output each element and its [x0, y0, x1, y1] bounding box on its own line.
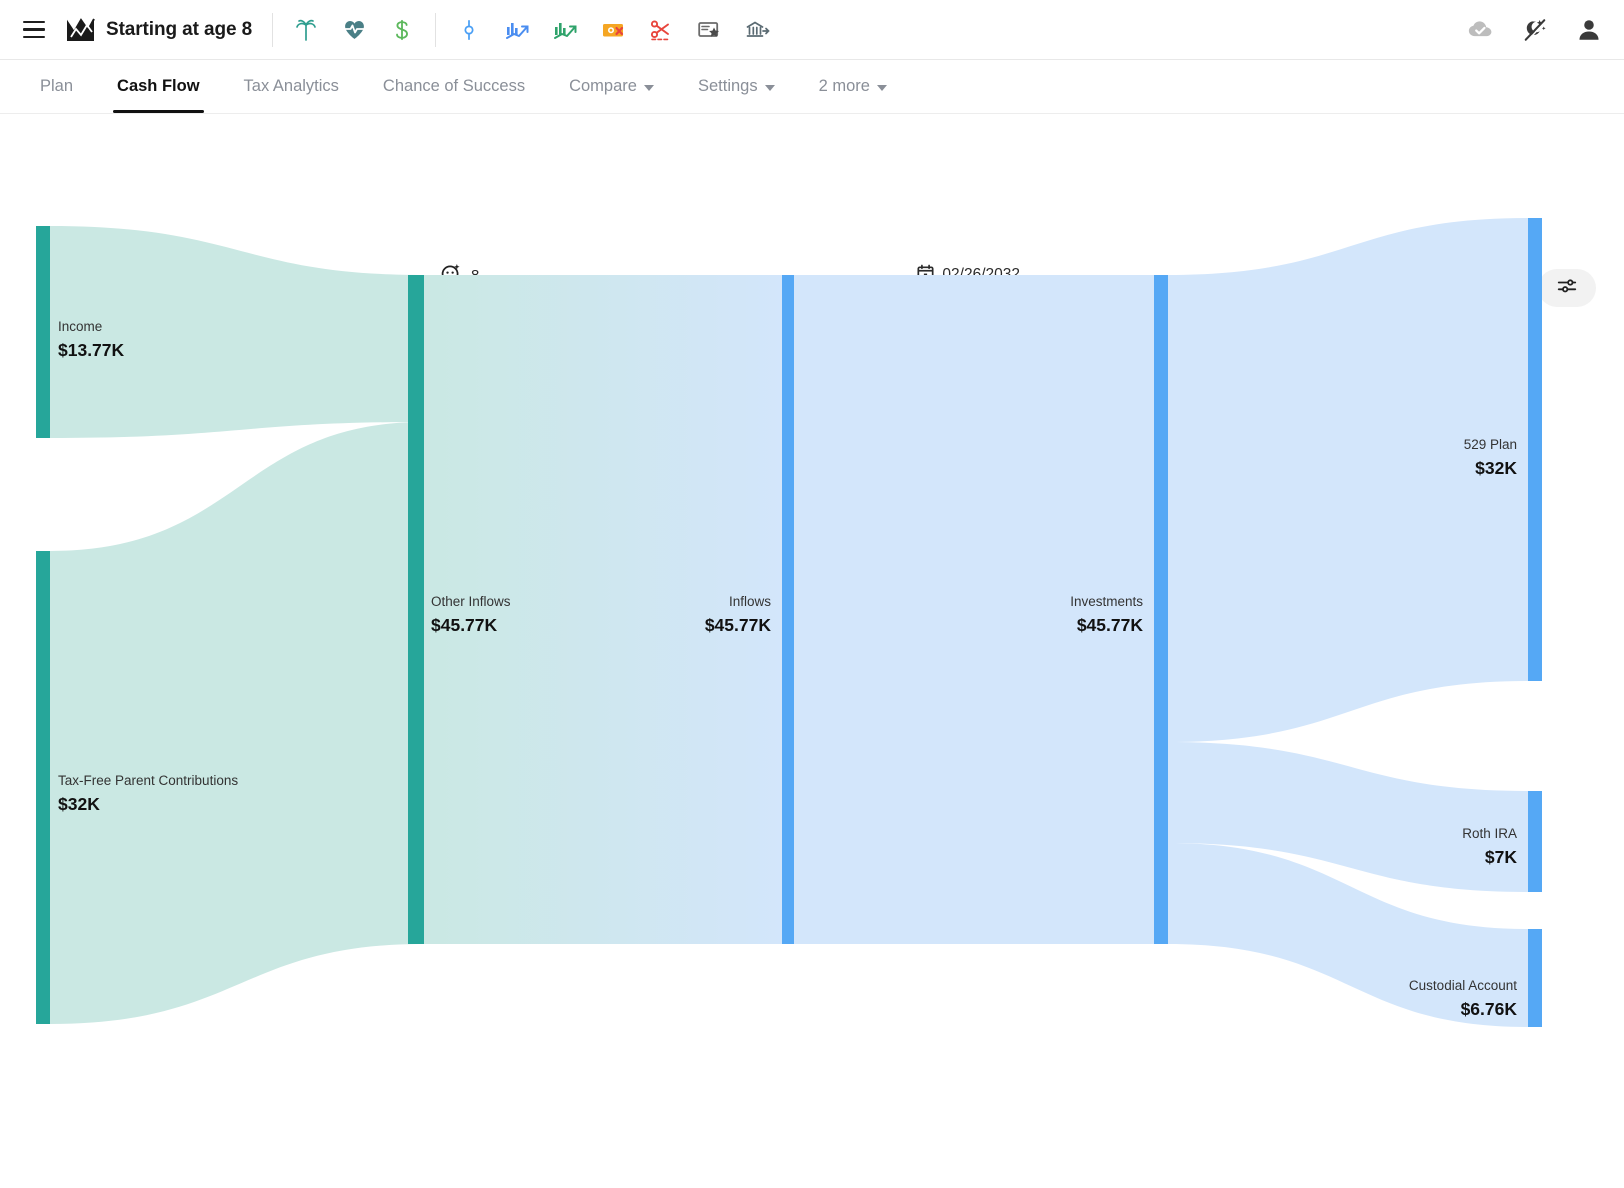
palm-tree-icon[interactable]	[293, 17, 319, 43]
divider	[435, 13, 436, 47]
bar-chart-up-green-icon[interactable]	[552, 17, 578, 43]
user-avatar-icon[interactable]	[1576, 17, 1602, 43]
tab-label: 2 more	[819, 77, 870, 96]
node-value-investments: $45.77K	[1077, 615, 1144, 635]
node-label-other-inflows: Other Inflows	[431, 594, 511, 609]
node-label-roth-ira: Roth IRA	[1462, 826, 1517, 841]
node-investments[interactable]	[1154, 275, 1168, 944]
tab-label: Tax Analytics	[244, 77, 339, 96]
node-value-roth-ira: $7K	[1485, 847, 1517, 867]
cash-remove-icon[interactable]	[600, 17, 626, 43]
sankey-svg: Income $13.77K Tax-Free Parent Contribut…	[0, 206, 1624, 1106]
cloud-saved-check-icon[interactable]	[1468, 17, 1494, 43]
page-title: Starting at age 8	[106, 19, 252, 41]
heart-pulse-icon[interactable]	[341, 17, 367, 43]
toolbar-group-lifestyle	[293, 17, 415, 43]
tab-label: Plan	[40, 77, 73, 96]
node-tax-free-parent-contributions[interactable]	[36, 551, 50, 1024]
tab-label: Compare	[569, 77, 637, 96]
node-label-income: Income	[58, 319, 102, 334]
node-value-529-plan: $32K	[1475, 458, 1517, 478]
main-tab-bar: Plan Cash Flow Tax Analytics Chance of S…	[0, 60, 1624, 114]
bank-transfer-icon[interactable]	[744, 17, 770, 43]
chevron-down-icon	[877, 85, 887, 91]
node-other-inflows[interactable]	[408, 275, 424, 944]
tab-more[interactable]: 2 more	[797, 60, 909, 113]
node-label-529-plan: 529 Plan	[1464, 437, 1517, 452]
node-value-custodial-account: $6.76K	[1461, 999, 1518, 1019]
node-value-income: $13.77K	[58, 340, 125, 360]
link-income-to-other-inflows-curve[interactable]	[50, 226, 424, 438]
link-other-inflows-to-inflows[interactable]	[424, 275, 782, 944]
tab-cash-flow[interactable]: Cash Flow	[95, 60, 222, 113]
magic-wand-night-off-icon[interactable]	[1522, 17, 1548, 43]
node-inflows[interactable]	[782, 275, 794, 944]
link-inflows-to-investments[interactable]	[794, 275, 1156, 944]
tab-settings[interactable]: Settings	[676, 60, 797, 113]
node-label-investments: Investments	[1070, 594, 1143, 609]
hamburger-menu-icon[interactable]	[16, 12, 52, 48]
tab-plan[interactable]: Plan	[18, 60, 95, 113]
cash-flow-sankey-chart: Income $13.77K Tax-Free Parent Contribut…	[0, 206, 1624, 1106]
chart-line-logo-icon	[66, 16, 96, 44]
tab-tax-analytics[interactable]: Tax Analytics	[222, 60, 361, 113]
node-value-tax-free-parent-contributions: $32K	[58, 794, 100, 814]
node-roth-ira[interactable]	[1528, 791, 1542, 892]
top-bar-right-actions	[1468, 17, 1602, 43]
node-value-other-inflows: $45.77K	[431, 615, 498, 635]
chevron-down-icon	[765, 85, 775, 91]
node-income[interactable]	[36, 226, 50, 438]
timeline-control-row: 8 02/26/2032	[0, 114, 1624, 206]
bar-chart-up-blue-icon[interactable]	[504, 17, 530, 43]
dollar-sign-icon[interactable]	[389, 17, 415, 43]
tab-label: Chance of Success	[383, 77, 525, 96]
scissors-cut-icon[interactable]	[648, 17, 674, 43]
tab-chance-of-success[interactable]: Chance of Success	[361, 60, 547, 113]
cash-flow-app: Starting at age 8	[0, 0, 1624, 1188]
node-label-custodial-account: Custodial Account	[1409, 978, 1517, 993]
toolbar-group-events	[456, 17, 770, 43]
tab-compare[interactable]: Compare	[547, 60, 676, 113]
certificate-star-icon[interactable]	[696, 17, 722, 43]
node-value-inflows: $45.77K	[705, 615, 772, 635]
node-529-plan[interactable]	[1528, 218, 1542, 681]
link-investments-to-529-plan[interactable]	[1168, 218, 1528, 742]
tab-label: Settings	[698, 77, 758, 96]
node-label-tax-free-parent-contributions: Tax-Free Parent Contributions	[58, 773, 238, 788]
node-label-inflows: Inflows	[729, 594, 771, 609]
milestone-pin-icon[interactable]	[456, 17, 482, 43]
divider	[272, 13, 273, 47]
link-contrib-to-other-inflows[interactable]	[50, 422, 424, 1024]
top-bar: Starting at age 8	[0, 0, 1624, 60]
tab-label: Cash Flow	[117, 77, 200, 96]
chevron-down-icon	[644, 85, 654, 91]
node-custodial-account[interactable]	[1528, 929, 1542, 1027]
